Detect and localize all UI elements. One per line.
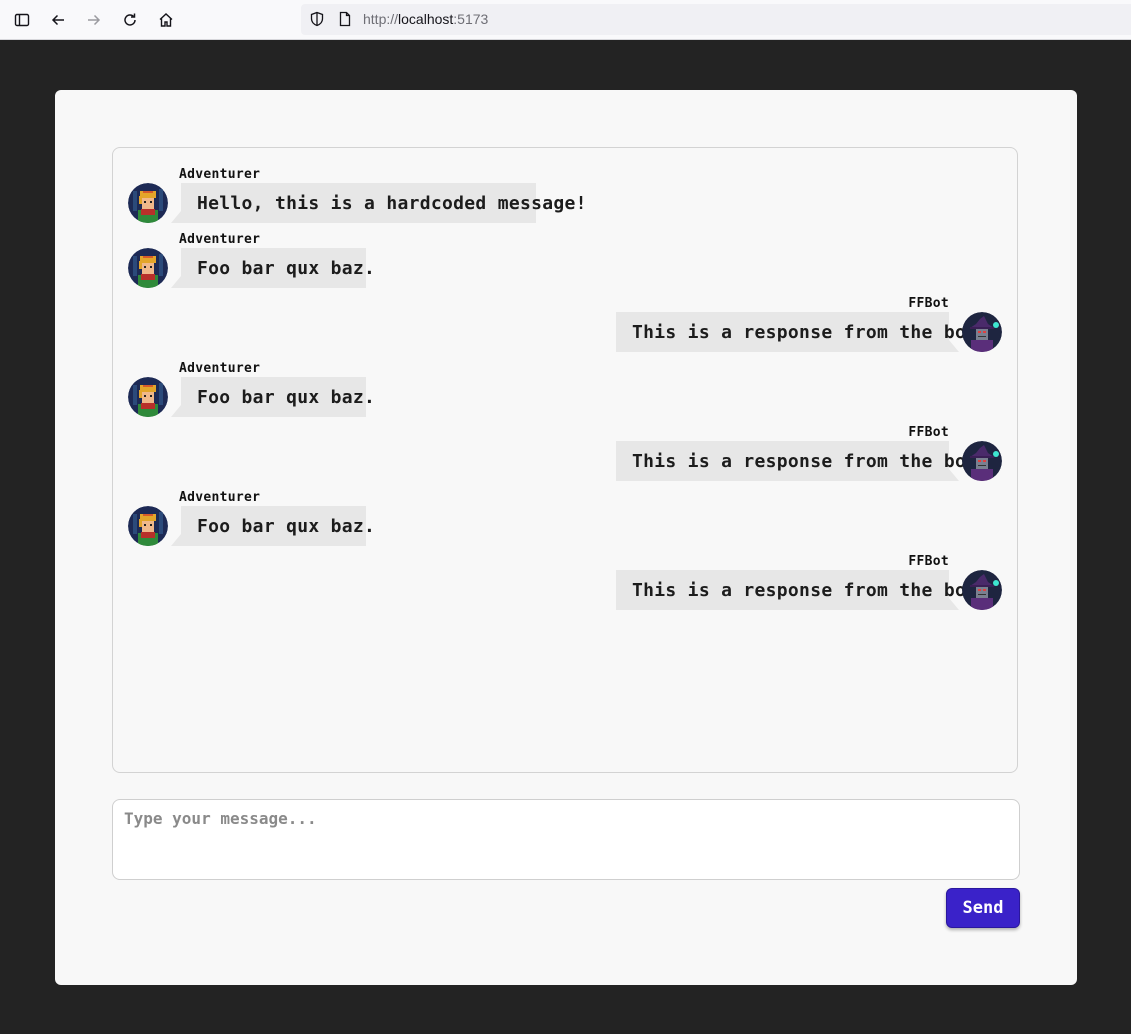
- shield-icon[interactable]: [309, 11, 325, 27]
- message-bubble: Foo bar qux baz.: [171, 506, 375, 546]
- url-port: :5173: [453, 11, 489, 27]
- home-icon[interactable]: [154, 8, 178, 32]
- send-button[interactable]: Send: [946, 888, 1020, 928]
- message-bubble: Foo bar qux baz.: [171, 248, 375, 288]
- adventurer-avatar: [128, 377, 168, 417]
- chat-app-panel: Adventurer Hello, this is a hardcoded mes…: [55, 90, 1077, 985]
- page-icon: [339, 11, 351, 27]
- message-sender: FFBot: [908, 296, 949, 311]
- message-bubble: Foo bar qux baz.: [171, 377, 375, 417]
- reload-icon[interactable]: [118, 8, 142, 32]
- message-sender: Adventurer: [179, 490, 261, 505]
- message-sender: Adventurer: [179, 361, 261, 376]
- browser-toolbar: http://localhost:5173: [0, 0, 1131, 40]
- message-bubble: This is a response from the bot.: [616, 312, 988, 352]
- url-scheme: http://: [363, 11, 399, 27]
- message-bubble: Hello, this is a hardcoded message!: [171, 183, 586, 223]
- ffbot-avatar: [962, 441, 1002, 481]
- message-sender: FFBot: [908, 554, 949, 569]
- message-input[interactable]: [112, 799, 1020, 880]
- message-sender: Adventurer: [179, 232, 261, 247]
- url-bar[interactable]: http://localhost:5173: [301, 4, 1131, 35]
- url-host: localhost: [398, 11, 454, 27]
- url-text[interactable]: http://localhost:5173: [363, 11, 488, 27]
- adventurer-avatar: [128, 506, 168, 546]
- sidebar-icon[interactable]: [10, 8, 34, 32]
- message-sender: FFBot: [908, 425, 949, 440]
- message-bubble: This is a response from the bot.: [616, 570, 988, 610]
- adventurer-avatar: [128, 248, 168, 288]
- adventurer-avatar: [128, 183, 168, 223]
- message-sender: Adventurer: [179, 167, 261, 182]
- message-bubble: This is a response from the bot.: [616, 441, 988, 481]
- back-icon[interactable]: [46, 8, 70, 32]
- ffbot-avatar: [962, 570, 1002, 610]
- ffbot-avatar: [962, 312, 1002, 352]
- forward-icon[interactable]: [82, 8, 106, 32]
- chat-history[interactable]: Adventurer Hello, this is a hardcoded mes…: [112, 147, 1018, 773]
